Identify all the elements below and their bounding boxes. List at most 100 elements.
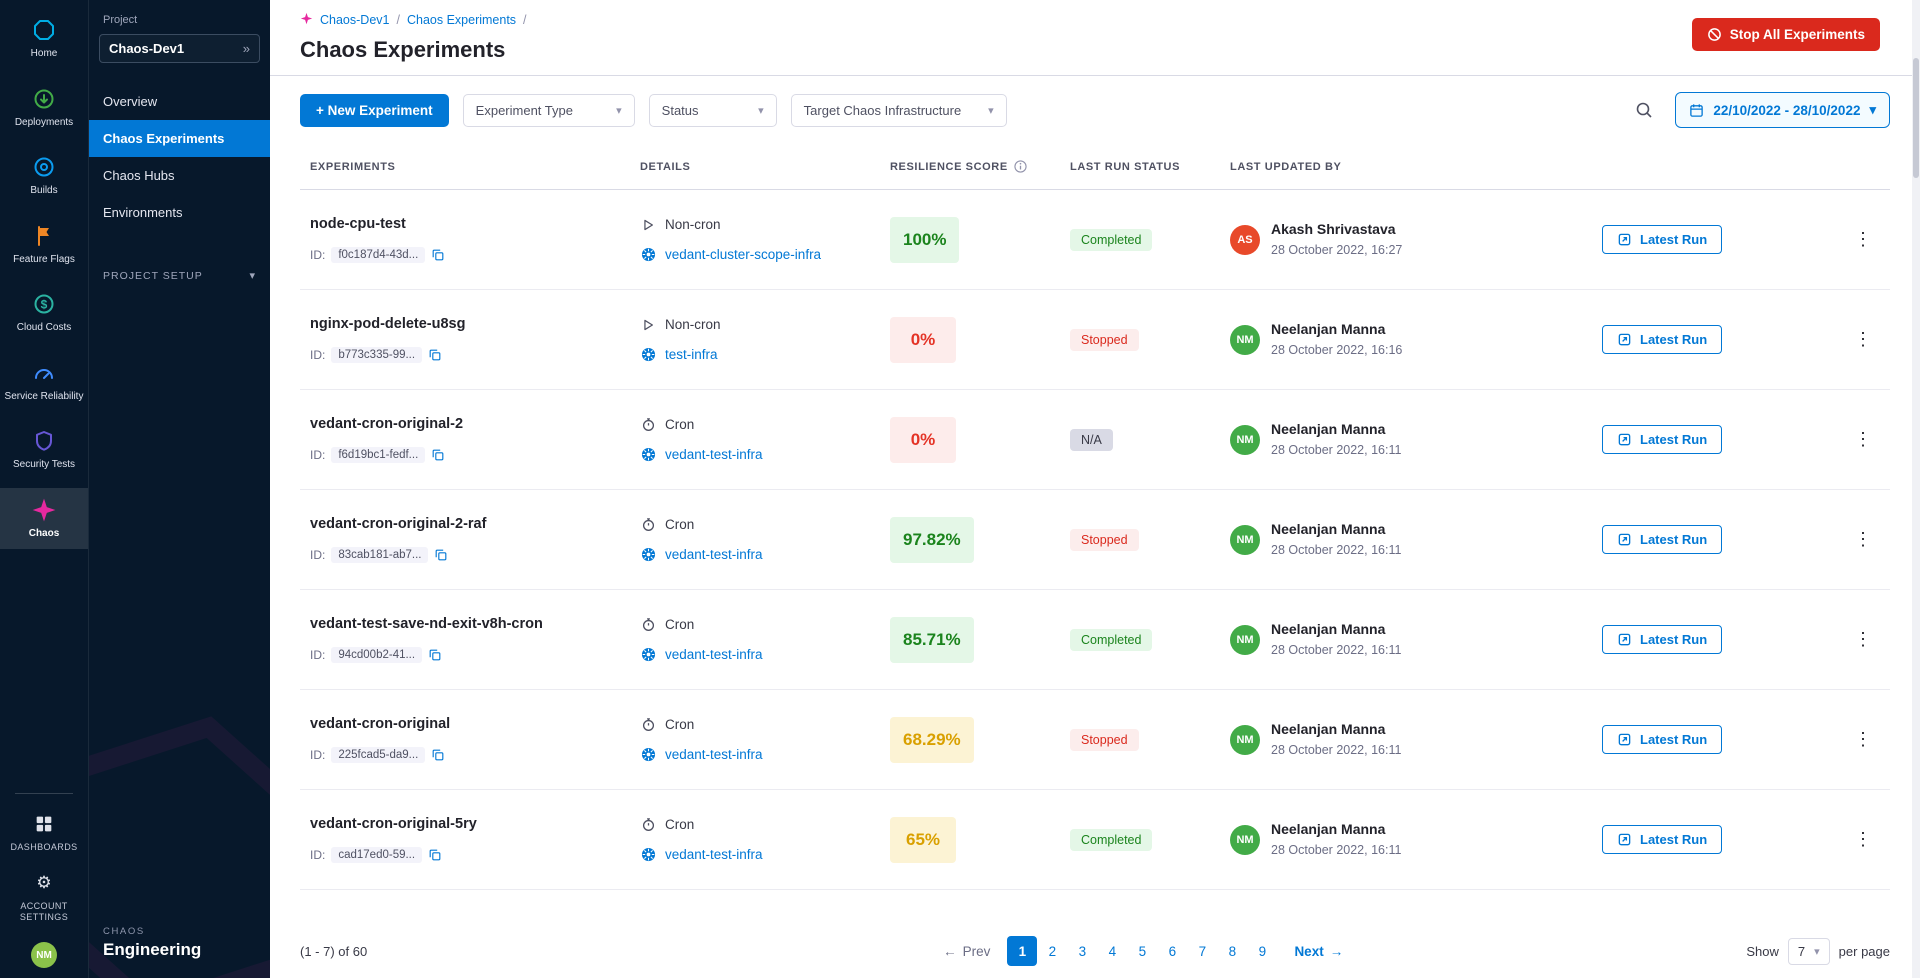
rail-item-deployments[interactable]: Deployments — [0, 77, 88, 139]
infrastructure-link[interactable]: test-infra — [665, 347, 718, 362]
experiment-type-filter[interactable]: Experiment Type ▾ — [463, 94, 635, 127]
page-button-1[interactable]: 1 — [1007, 936, 1037, 966]
per-page-select[interactable]: 7 ▾ — [1788, 938, 1830, 965]
experiment-name[interactable]: vedant-cron-original-2 — [310, 416, 630, 432]
avatar: NM — [1230, 325, 1260, 355]
experiment-name[interactable]: vedant-cron-original-5ry — [310, 816, 630, 832]
rail-item-security-tests[interactable]: Security Tests — [0, 419, 88, 481]
user-info: Neelanjan Manna 28 October 2022, 16:11 — [1271, 821, 1401, 859]
details-cell: Cron vedant-test-infra — [630, 717, 880, 762]
infrastructure-link[interactable]: vedant-test-infra — [665, 747, 763, 762]
rail-item-feature-flags[interactable]: Feature Flags — [0, 214, 88, 276]
project-selector[interactable]: Chaos-Dev1 » — [99, 34, 260, 63]
page-button-4[interactable]: 4 — [1097, 936, 1127, 966]
experiment-name[interactable]: nginx-pod-delete-u8sg — [310, 316, 630, 332]
experiment-cell: vedant-cron-original ID: 225fcad5-da9... — [300, 716, 630, 763]
breadcrumb-project-link[interactable]: Chaos-Dev1 — [320, 13, 389, 27]
stop-all-experiments-button[interactable]: Stop All Experiments — [1692, 18, 1880, 51]
vertical-scrollbar[interactable] — [1912, 0, 1920, 978]
status-filter[interactable]: Status ▾ — [649, 94, 777, 127]
page-button-2[interactable]: 2 — [1037, 936, 1067, 966]
target-infrastructure-filter[interactable]: Target Chaos Infrastructure ▾ — [791, 94, 1007, 127]
next-label: Next — [1294, 944, 1323, 959]
latest-run-cell: Latest Run — [1592, 725, 1834, 754]
experiment-name[interactable]: vedant-cron-original-2-raf — [310, 516, 630, 532]
latest-run-button[interactable]: Latest Run — [1602, 325, 1722, 354]
latest-run-button[interactable]: Latest Run — [1602, 225, 1722, 254]
schedule-type: Cron — [665, 817, 694, 832]
copy-id-button[interactable] — [428, 348, 442, 362]
row-menu-button[interactable]: ⋮ — [1844, 825, 1882, 854]
scrollbar-thumb[interactable] — [1913, 58, 1919, 178]
copy-id-button[interactable] — [428, 648, 442, 662]
latest-run-button[interactable]: Latest Run — [1602, 725, 1722, 754]
latest-run-button[interactable]: Latest Run — [1602, 625, 1722, 654]
module-title: Engineering — [103, 940, 256, 960]
breadcrumb-experiments-link[interactable]: Chaos Experiments — [407, 13, 516, 27]
main-content: Chaos-Dev1 / Chaos Experiments / Chaos E… — [270, 0, 1920, 978]
search-button[interactable] — [1631, 97, 1657, 123]
page-button-8[interactable]: 8 — [1217, 936, 1247, 966]
experiment-id: 83cab181-ab7... — [331, 547, 428, 563]
filter-label: Status — [662, 103, 699, 118]
rail-item-builds[interactable]: Builds — [0, 145, 88, 207]
copy-id-button[interactable] — [434, 548, 448, 562]
rail-item-account-settings[interactable]: ⚙ ACCOUNT SETTINGS — [0, 863, 88, 931]
collapse-sidebar-icon[interactable]: » — [243, 41, 250, 56]
infrastructure-link[interactable]: vedant-test-infra — [665, 647, 763, 662]
copy-id-button[interactable] — [428, 848, 442, 862]
infrastructure-link[interactable]: vedant-test-infra — [665, 847, 763, 862]
sidebar-item-environments[interactable]: Environments — [89, 194, 270, 231]
experiment-id-line: ID: f0c187d4-43d... — [310, 247, 630, 263]
user-avatar[interactable]: NM — [31, 942, 57, 968]
page-button-7[interactable]: 7 — [1187, 936, 1217, 966]
details-cell: Cron vedant-test-infra — [630, 617, 880, 662]
page-button-5[interactable]: 5 — [1127, 936, 1157, 966]
row-menu-button[interactable]: ⋮ — [1844, 725, 1882, 754]
row-menu-button[interactable]: ⋮ — [1844, 425, 1882, 454]
row-menu-button[interactable]: ⋮ — [1844, 525, 1882, 554]
row-menu-button[interactable]: ⋮ — [1844, 325, 1882, 354]
rail-item-home[interactable]: Home — [0, 8, 88, 70]
deployments-icon — [31, 86, 57, 112]
toolbar-right: 22/10/2022 - 28/10/2022 ▾ — [1631, 92, 1890, 128]
date-range-picker[interactable]: 22/10/2022 - 28/10/2022 ▾ — [1675, 92, 1890, 128]
new-experiment-button[interactable]: + New Experiment — [300, 94, 449, 127]
rail-item-label: Cloud Costs — [17, 322, 71, 335]
latest-run-button[interactable]: Latest Run — [1602, 525, 1722, 554]
row-menu-button[interactable]: ⋮ — [1844, 625, 1882, 654]
latest-run-label: Latest Run — [1640, 832, 1707, 847]
status-badge: Stopped — [1070, 529, 1139, 551]
copy-id-button[interactable] — [431, 748, 445, 762]
experiment-name[interactable]: vedant-cron-original — [310, 716, 630, 732]
resilience-cell: 100% — [880, 217, 1060, 263]
sidebar-item-chaos-hubs[interactable]: Chaos Hubs — [89, 157, 270, 194]
page-button-9[interactable]: 9 — [1247, 936, 1277, 966]
infrastructure-link[interactable]: vedant-cluster-scope-infra — [665, 247, 821, 262]
rail-item-service-reliability[interactable]: Service Reliability — [0, 351, 88, 413]
infrastructure-icon — [640, 347, 656, 362]
page-button-6[interactable]: 6 — [1157, 936, 1187, 966]
project-setup-toggle[interactable]: PROJECT SETUP ▾ — [89, 259, 270, 292]
copy-id-button[interactable] — [431, 448, 445, 462]
prev-page-button[interactable]: ← Prev — [943, 944, 990, 959]
info-icon[interactable] — [1014, 160, 1027, 173]
rail-item-cloud-costs[interactable]: $ Cloud Costs — [0, 282, 88, 344]
copy-id-button[interactable] — [431, 248, 445, 262]
latest-run-cell: Latest Run — [1592, 225, 1834, 254]
page-button-3[interactable]: 3 — [1067, 936, 1097, 966]
rail-item-chaos[interactable]: Chaos — [0, 488, 88, 550]
sidebar-item-chaos-experiments[interactable]: Chaos Experiments — [89, 120, 270, 157]
next-page-button[interactable]: Next → — [1294, 944, 1343, 959]
details-cell: Cron vedant-test-infra — [630, 417, 880, 462]
infrastructure-link[interactable]: vedant-test-infra — [665, 547, 763, 562]
rail-item-label: Deployments — [15, 117, 73, 130]
latest-run-button[interactable]: Latest Run — [1602, 825, 1722, 854]
row-menu-button[interactable]: ⋮ — [1844, 225, 1882, 254]
experiment-name[interactable]: vedant-test-save-nd-exit-v8h-cron — [310, 616, 630, 632]
infrastructure-link[interactable]: vedant-test-infra — [665, 447, 763, 462]
sidebar-item-overview[interactable]: Overview — [89, 83, 270, 120]
experiment-name[interactable]: node-cpu-test — [310, 216, 630, 232]
latest-run-button[interactable]: Latest Run — [1602, 425, 1722, 454]
rail-item-dashboards[interactable]: DASHBOARDS — [0, 804, 88, 860]
